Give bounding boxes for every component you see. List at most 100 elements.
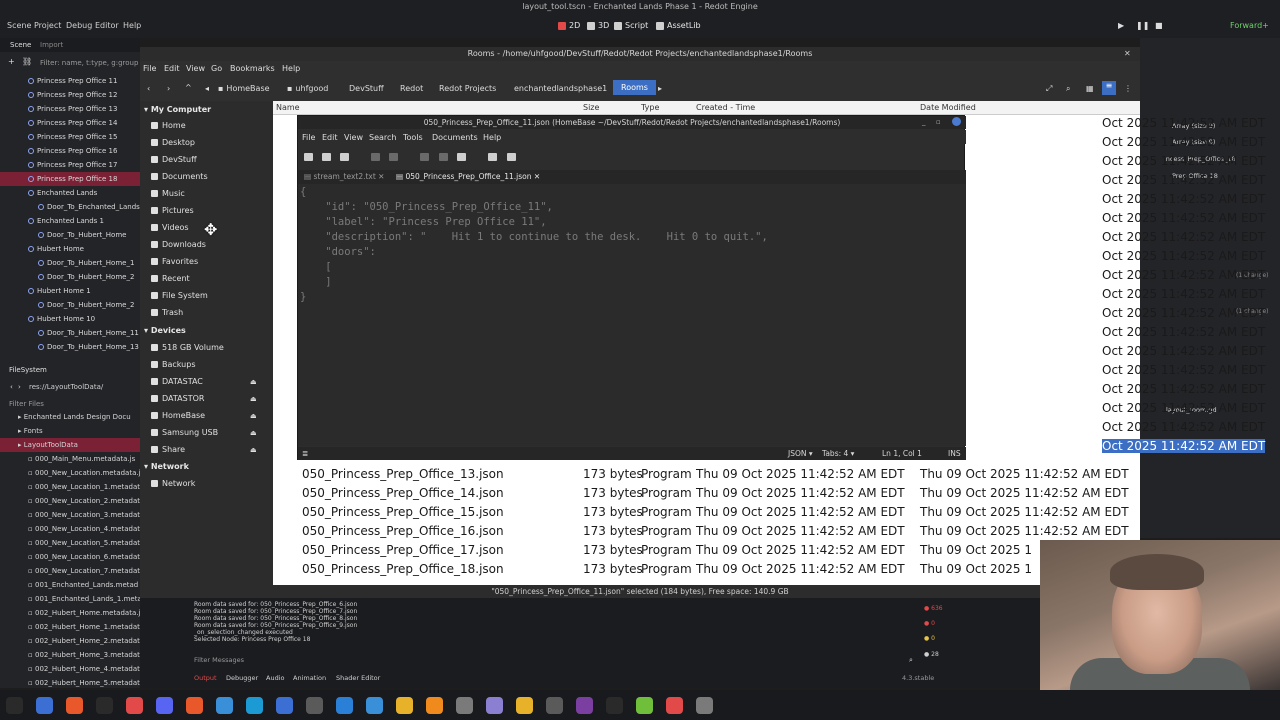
renderer-select[interactable]: Forward+ (1230, 21, 1269, 30)
file-manager-icon[interactable] (36, 697, 53, 714)
section-my-computer[interactable]: ▾ My Computer (144, 105, 211, 114)
tree-item[interactable]: Enchanted Lands 1 (0, 214, 140, 228)
filesystem-item[interactable]: ▫ 002_Hubert_Home_4.metadata.json (0, 662, 140, 676)
filesystem-item[interactable]: ▫ 001_Enchanted_Lands_1.meta (0, 592, 140, 606)
crumb-homebase[interactable]: ▪ HomeBase (218, 84, 270, 93)
filesystem-item[interactable]: ▸ Enchanted Lands Design Docu (0, 410, 140, 424)
tree-item[interactable]: Princess Prep Office 11 (0, 74, 140, 88)
scroll-left-icon[interactable]: ◂ (205, 84, 209, 93)
find-icon[interactable] (488, 153, 497, 161)
vscode-icon[interactable] (216, 697, 233, 714)
menu-help[interactable]: Help (123, 21, 141, 30)
tree-item[interactable]: Door_To_Hubert_Home_13 (0, 340, 140, 354)
paste-icon[interactable] (457, 153, 466, 161)
search-icon[interactable]: ⌕ (1066, 84, 1070, 94)
filesystem-item[interactable]: ▫ 002_Hubert_Home.metadata.json (0, 606, 140, 620)
file-row[interactable]: 050_Princess_Prep_Office_18.json 173 byte… (273, 560, 1140, 579)
back-icon[interactable]: ‹ (147, 84, 150, 93)
tree-item[interactable]: Door_To_Hubert_Home_2 (0, 298, 140, 312)
scene-filter-input[interactable]: Filter: name, t:type, g:group (40, 59, 138, 67)
sidebar-item-datastor[interactable]: DATASTOR (151, 394, 204, 403)
stop-icon[interactable]: ■ (1155, 21, 1163, 30)
pause-icon[interactable]: ❚❚ (1136, 21, 1149, 30)
tree-item[interactable]: Door_To_Hubert_Home_1 (0, 256, 140, 270)
sidebar-item-518-gb-volume[interactable]: 518 GB Volume (151, 343, 224, 352)
sidebar-item-recent[interactable]: Recent (151, 274, 190, 283)
ed-menu-documents[interactable]: Documents (432, 133, 478, 142)
filesystem-item[interactable]: ▫ 000_New_Location.metadata.j (0, 466, 140, 480)
tab-width-select[interactable]: Tabs: 4 ▾ (822, 449, 854, 458)
filesystem-item[interactable]: ▫ 000_New_Location_1.metadat (0, 480, 140, 494)
filesystem-item[interactable]: ▫ 002_Hubert_Home_2.metadata.json (0, 634, 140, 648)
maximize-icon[interactable]: ▫ (936, 118, 941, 126)
sidebar-item-homebase[interactable]: HomeBase (151, 411, 205, 420)
filesystem-item[interactable]: ▸ Fonts (0, 424, 140, 438)
tab-import[interactable]: Import (40, 41, 63, 49)
filesystem-item[interactable]: ▫ 000_New_Location_7.metadat (0, 564, 140, 578)
sidebar-item-network[interactable]: Network (151, 479, 195, 488)
compact-view-icon[interactable]: ⤢ (1046, 84, 1052, 94)
menu-project[interactable]: Project (34, 21, 61, 30)
add-node-icon[interactable]: + (8, 57, 15, 66)
filesystem-item[interactable]: ▫ 002_Hubert_Home_1.metadata.json (0, 620, 140, 634)
column-size[interactable]: Size (583, 103, 599, 112)
close-icon[interactable]: ✕ (1124, 49, 1131, 58)
file-row[interactable]: 050_Princess_Prep_Office_13.json 173 byte… (273, 465, 1140, 484)
code-area[interactable]: { "id": "050_Princess_Prep_Office_11", "… (298, 184, 966, 446)
tree-item[interactable]: Door_To_Hubert_Home_11 (0, 326, 140, 340)
column-type[interactable]: Type (641, 103, 659, 112)
sidebar-item-desktop[interactable]: Desktop (151, 138, 195, 147)
tree-item[interactable]: Hubert Home 1 (0, 284, 140, 298)
app-icon[interactable] (276, 697, 293, 714)
link-icon[interactable]: ⛓ (22, 57, 32, 66)
workspace-assetlib[interactable]: AssetLib (656, 21, 701, 30)
app-icon[interactable] (606, 697, 623, 714)
terminal-icon[interactable] (96, 697, 113, 714)
message-count[interactable]: ● 28 (924, 651, 939, 658)
sidebar-item-samsung-usb[interactable]: Samsung USB (151, 428, 218, 437)
redo-icon[interactable] (389, 153, 398, 161)
tree-item[interactable]: Hubert Home 10 (0, 312, 140, 326)
file-row[interactable]: 050_Princess_Prep_Office_17.json 173 byte… (273, 541, 1140, 560)
eject-icon[interactable]: ⏏ (250, 446, 257, 454)
tree-item[interactable]: Hubert Home (0, 242, 140, 256)
crumb-uhfgood[interactable]: ▪ uhfgood (287, 84, 328, 93)
tree-item[interactable]: Princess Prep Office 15 (0, 130, 140, 144)
tree-item[interactable]: Door_To_Hubert_Home_2 (0, 270, 140, 284)
tree-item[interactable]: Princess Prep Office 14 (0, 116, 140, 130)
filesystem-item[interactable]: ▫ 002_Hubert_Home_3.metadata.json (0, 648, 140, 662)
file-row[interactable]: 050_Princess_Prep_Office_16.json 173 byte… (273, 522, 1140, 541)
ed-menu-view[interactable]: View (344, 133, 363, 142)
sidebar-item-pictures[interactable]: Pictures (151, 206, 194, 215)
compact-list-icon[interactable]: ⋮ (1124, 84, 1132, 93)
crumb-enchantedlandsphase1[interactable]: enchantedlandsphase1 (514, 84, 607, 93)
sidebar-item-home[interactable]: Home (151, 121, 186, 130)
workspace-3d[interactable]: 3D (587, 21, 609, 30)
tree-item[interactable]: Princess Prep Office 13 (0, 102, 140, 116)
column-date-modified[interactable]: Date Modified (920, 103, 976, 112)
tree-item[interactable]: Door_To_Enchanted_Lands (0, 200, 140, 214)
sidebar-item-trash[interactable]: Trash (151, 308, 183, 317)
tab-animation[interactable]: Animation (293, 674, 326, 682)
tree-item[interactable]: Door_To_Hubert_Home (0, 228, 140, 242)
tree-item[interactable]: Princess Prep Office 16 (0, 144, 140, 158)
eject-icon[interactable]: ⏏ (250, 395, 257, 403)
filesystem-item[interactable]: ▫ 000_New_Location_4.metadat (0, 522, 140, 536)
sidebar-item-datastac[interactable]: DATASTAC (151, 377, 203, 386)
vlc-icon[interactable] (426, 697, 443, 714)
crumb-devstuff[interactable]: DevStuff (349, 84, 384, 93)
filesystem-item[interactable]: ▫ 000_New_Location_6.metadat (0, 550, 140, 564)
settings-icon[interactable] (516, 697, 533, 714)
fm-menu-edit[interactable]: Edit (164, 64, 180, 73)
filter-messages-input[interactable]: Filter Messages (194, 656, 244, 664)
obs-icon[interactable] (396, 697, 413, 714)
minimize-icon[interactable]: _ (922, 118, 926, 126)
section-devices[interactable]: ▾ Devices (144, 326, 186, 335)
chrome-icon[interactable] (366, 697, 383, 714)
tab-json-file[interactable]: ▤ 050_Princess_Prep_Office_11.json ✕ (396, 172, 540, 181)
workspace-2d[interactable]: 2D (558, 21, 580, 30)
text-editor-icon[interactable] (486, 697, 503, 714)
eject-icon[interactable]: ⏏ (250, 429, 257, 437)
filesystem-item[interactable]: ▫ 000_Main_Menu.metadata.js (0, 452, 140, 466)
camera-icon[interactable] (306, 697, 323, 714)
